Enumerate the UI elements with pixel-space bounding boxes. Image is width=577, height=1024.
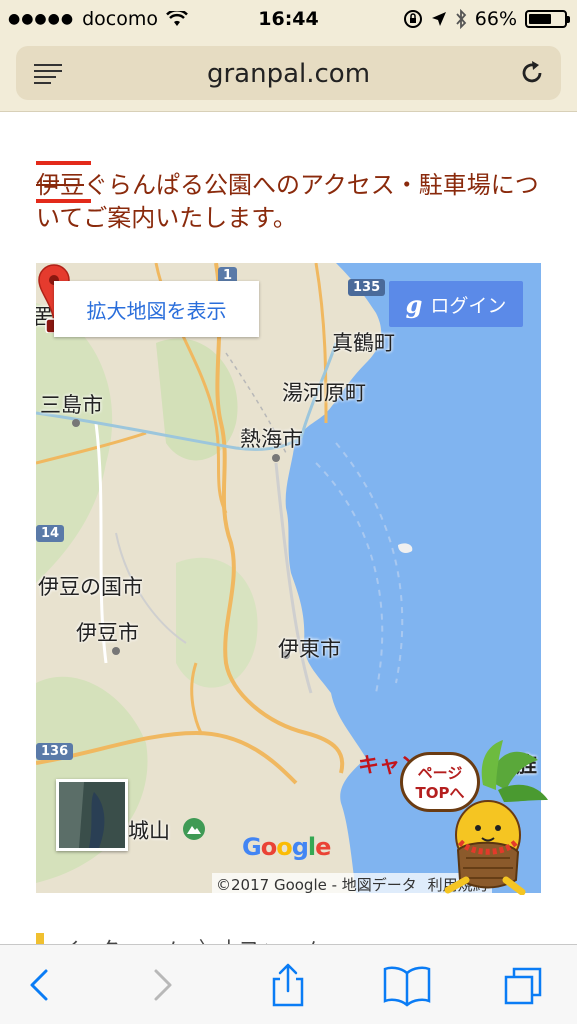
bluetooth-icon — [456, 9, 467, 29]
google-g-icon: g — [405, 289, 423, 319]
address-bar[interactable]: granpal.com — [16, 46, 561, 100]
map-label-yugawara: 湯河原町 — [282, 381, 366, 405]
back-button-icon[interactable] — [18, 963, 62, 1007]
tabs-button-icon[interactable] — [502, 963, 546, 1007]
copyright-text: ©2017 Google - 地図データ — [216, 876, 417, 893]
map-label-mishima: 三島市 — [40, 393, 103, 417]
map-label-izu: 伊豆市 — [76, 621, 139, 645]
map-label-ito: 伊東市 — [278, 637, 341, 661]
road-shield-136: 136 — [36, 743, 74, 760]
battery-percent: 66% — [474, 8, 517, 30]
intro-struck-text: 伊豆 — [36, 171, 84, 199]
map-label-shiroyama: 城山 — [128, 819, 170, 843]
road-shield-135: 135 — [348, 279, 386, 296]
url-text[interactable]: granpal.com — [16, 59, 561, 89]
location-arrow-icon — [431, 12, 446, 26]
share-button-icon[interactable] — [266, 963, 310, 1007]
map-label-manazuru: 真鶴町 — [332, 331, 395, 355]
intro-rest-text: ぐらんぱる公園へのアクセス・駐車場についてご案内いたします。 — [36, 171, 539, 232]
enlarge-map-button[interactable]: 拡大地図を表示 — [54, 281, 259, 337]
street-view-thumbnail[interactable] — [56, 779, 128, 851]
status-bar: ●●●●● docomo 16:44 66% — [0, 0, 577, 40]
orientation-lock-icon — [403, 10, 422, 28]
forward-button-icon[interactable] — [140, 963, 184, 1007]
address-bar-area: granpal.com — [0, 40, 577, 112]
mountain-icon — [183, 818, 205, 840]
google-logo: Google — [242, 833, 331, 861]
login-button[interactable]: g ログイン — [389, 281, 523, 327]
login-label: ログイン — [430, 294, 507, 317]
bubble-line-1: ページ — [417, 764, 463, 782]
intro-text: 伊豆ぐらんぱる公園へのアクセス・駐車場についてご案内いたします。 — [36, 169, 546, 235]
street-view-image — [59, 782, 125, 848]
page-top-mascot-button[interactable]: ページ TOPへ — [388, 740, 548, 896]
browser-toolbar — [0, 944, 577, 1024]
page-top-bubble[interactable]: ページ TOPへ — [400, 752, 480, 812]
map-label-atami: 熱海市 — [240, 427, 303, 451]
status-right: 66% — [403, 8, 570, 30]
map-label-izunokuni: 伊豆の国市 — [38, 575, 143, 599]
reload-icon[interactable] — [517, 58, 547, 88]
battery-level — [529, 14, 552, 24]
road-shield-14: 14 — [36, 525, 65, 542]
battery-icon — [525, 10, 570, 28]
bubble-line-2: TOPへ — [415, 784, 465, 802]
bookmarks-button-icon[interactable] — [382, 963, 432, 1007]
